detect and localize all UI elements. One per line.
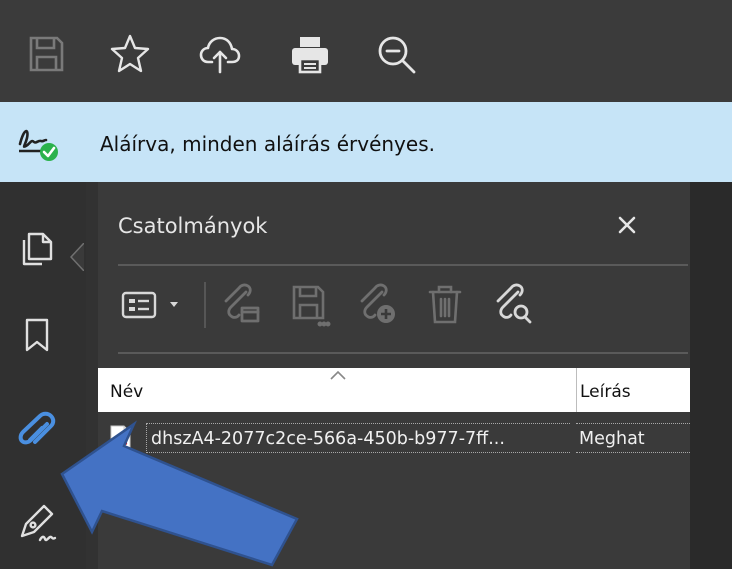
column-header-description[interactable]: Leírás — [580, 382, 631, 402]
save-attachment-icon — [292, 285, 331, 327]
bookmark-icon[interactable] — [14, 312, 60, 358]
column-header-name[interactable]: Név — [110, 382, 143, 402]
search-attachment-button[interactable] — [488, 280, 538, 330]
attachment-name[interactable]: dhszA4-2077c2ce-566a-450b-b977-7ff... — [146, 423, 570, 453]
attachments-table-header: Név Leírás — [98, 368, 690, 412]
sort-caret-icon — [330, 370, 346, 380]
list-options-button[interactable] — [118, 280, 188, 330]
star-icon[interactable] — [106, 30, 154, 78]
attachments-panel: Csatolmányok Név Leírás dhszA4-2077c2ce-… — [98, 182, 690, 569]
left-nav-rail — [0, 182, 86, 569]
document-area-edge — [690, 182, 732, 569]
attachment-icon[interactable] — [14, 410, 60, 456]
panel-divider-top — [118, 264, 688, 266]
print-icon[interactable] — [286, 30, 334, 78]
signature-status-banner: Aláírva, minden aláírás érvényes. — [0, 102, 732, 182]
save-attachment-button[interactable] — [286, 280, 336, 330]
search-attachment-icon — [496, 283, 532, 324]
cloud-upload-icon[interactable] — [196, 30, 244, 78]
table-row[interactable]: dhszA4-2077c2ce-566a-450b-b977-7ff... Me… — [98, 420, 690, 458]
panel-divider-bottom — [118, 352, 688, 354]
attachment-description[interactable]: Meghat — [576, 423, 690, 453]
pdf-file-icon — [110, 425, 131, 453]
delete-attachment-button[interactable] — [420, 280, 470, 330]
delete-icon — [428, 285, 462, 324]
close-icon — [618, 216, 636, 234]
pages-icon[interactable] — [14, 226, 60, 272]
save-icon[interactable] — [22, 30, 70, 78]
top-toolbar — [0, 0, 732, 102]
attach-file-icon — [224, 283, 260, 323]
add-attachment-icon — [360, 283, 395, 323]
zoom-out-icon[interactable] — [372, 30, 420, 78]
active-item-notch — [70, 243, 84, 271]
toolbar-separator — [204, 282, 206, 328]
signature-valid-icon — [16, 122, 60, 162]
close-panel-button[interactable] — [612, 210, 642, 240]
list-options-icon — [121, 291, 178, 319]
signature-status-text: Aláírva, minden aláírás érvényes. — [100, 132, 435, 156]
panel-title: Csatolmányok — [118, 214, 268, 238]
add-attachment-button[interactable] — [352, 280, 402, 330]
column-separator[interactable] — [576, 368, 577, 412]
attach-file-button[interactable] — [216, 280, 266, 330]
signature-pen-icon[interactable] — [14, 500, 60, 546]
